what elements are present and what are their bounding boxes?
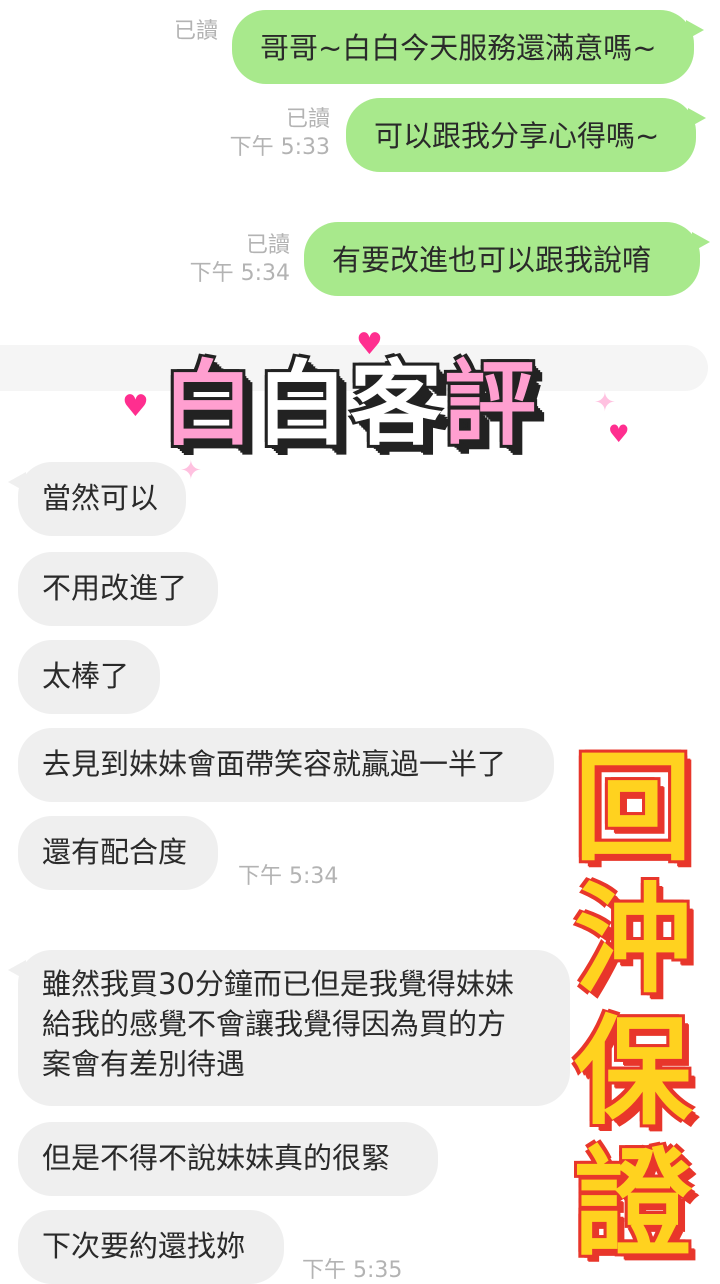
- outgoing-message[interactable]: 有要改進也可以跟我說唷: [304, 222, 710, 296]
- message-time: 下午 5:33: [229, 135, 330, 160]
- message-text: 哥哥~白白今天服務還滿意嗎~: [260, 31, 657, 65]
- message-text: 還有配合度: [42, 835, 188, 869]
- message-text: 有要改進也可以跟我說唷: [332, 243, 652, 277]
- message-text: 但是不得不說妹妹真的很緊: [42, 1141, 391, 1175]
- message-text: 太棒了: [42, 659, 130, 693]
- guarantee-stamp: 回 沖 保 證: [568, 742, 698, 1270]
- read-receipt: 已讀 下午 5:33: [210, 106, 330, 162]
- incoming-message[interactable]: 當然可以: [8, 462, 186, 536]
- message-time: 下午 5:35: [302, 1258, 403, 1283]
- read-receipt: 已讀: [150, 18, 218, 46]
- message-line: 給我的感覺不會讓我覺得因為買的方: [42, 1007, 507, 1041]
- sticker-char: 白: [256, 351, 351, 458]
- message-time: 下午 5:34: [189, 261, 290, 286]
- sticker-char: 評: [444, 351, 539, 458]
- stamp-char: 沖: [573, 871, 692, 1009]
- message-text: 下次要約還找妳: [42, 1229, 246, 1263]
- outgoing-message[interactable]: 哥哥~白白今天服務還滿意嗎~: [232, 10, 704, 84]
- stamp-char: 證: [573, 1135, 692, 1273]
- incoming-message[interactable]: 雖然我買30分鐘而已但是我覺得妹妹 給我的感覺不會讓我覺得因為買的方 案會有差別…: [8, 950, 570, 1106]
- outgoing-message[interactable]: 可以跟我分享心得嗎~: [346, 98, 706, 172]
- sticker-char: 客: [350, 351, 445, 458]
- incoming-message[interactable]: 但是不得不說妹妹真的很緊: [18, 1122, 438, 1196]
- message-text: 去見到妹妹會面帶笑容就贏過一半了: [42, 747, 507, 781]
- message-text: 可以跟我分享心得嗎~: [374, 119, 660, 153]
- incoming-message[interactable]: 太棒了: [18, 640, 160, 714]
- sparkle-icon: ✦: [180, 456, 202, 486]
- incoming-message[interactable]: 去見到妹妹會面帶笑容就贏過一半了: [18, 728, 554, 802]
- message-line: 雖然我買30分鐘而已但是我覺得妹妹: [42, 967, 514, 1001]
- sticker-char: 白: [162, 351, 257, 458]
- sparkle-icon: ✦: [594, 388, 616, 418]
- heart-icon: ♥: [122, 389, 149, 424]
- incoming-message[interactable]: 不用改進了: [18, 552, 218, 626]
- read-receipt: 已讀 下午 5:34: [170, 232, 290, 288]
- message-line: 案會有差別待遇: [42, 1047, 246, 1081]
- heart-icon: ♥: [608, 420, 630, 448]
- read-label: 已讀: [245, 233, 290, 258]
- incoming-message[interactable]: 下次要約還找妳: [18, 1210, 284, 1284]
- heart-icon: ♥: [356, 327, 383, 362]
- message-text: 不用改進了: [42, 571, 188, 605]
- message-text: 當然可以: [42, 481, 159, 515]
- read-label: 已讀: [285, 107, 330, 132]
- review-sticker-title: 白白客評: [162, 330, 538, 463]
- read-label: 已讀: [173, 19, 218, 44]
- stamp-char: 回: [573, 739, 692, 877]
- incoming-message[interactable]: 還有配合度: [18, 816, 218, 890]
- message-time: 下午 5:34: [238, 864, 339, 889]
- stamp-char: 保: [573, 1003, 692, 1141]
